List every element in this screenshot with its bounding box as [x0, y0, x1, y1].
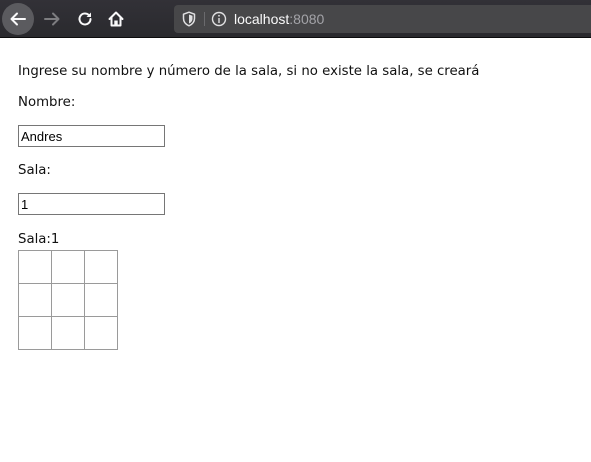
url-port: :8080: [289, 11, 325, 27]
board-cell[interactable]: [18, 283, 52, 317]
board-cell[interactable]: [84, 250, 118, 284]
current-room-label: Sala:1: [18, 232, 60, 247]
intro-text: Ingrese su nombre y número de la sala, s…: [18, 64, 480, 79]
game-board: [18, 250, 118, 350]
back-arrow-icon: [10, 12, 26, 26]
forward-button[interactable]: [36, 3, 68, 35]
board-row: [18, 316, 118, 350]
url-bar[interactable]: localhost:8080: [174, 5, 591, 33]
url-text[interactable]: localhost:8080: [234, 11, 324, 27]
forward-arrow-icon: [44, 12, 60, 26]
home-button[interactable]: [100, 3, 132, 35]
nombre-input[interactable]: [18, 125, 165, 147]
board-cell[interactable]: [51, 250, 85, 284]
board-cell[interactable]: [84, 316, 118, 350]
board-cell[interactable]: [18, 250, 52, 284]
reload-button[interactable]: [69, 3, 101, 35]
board-cell[interactable]: [18, 316, 52, 350]
board-cell[interactable]: [84, 283, 118, 317]
url-separator: [204, 12, 205, 26]
board-cell[interactable]: [51, 283, 85, 317]
shield-icon[interactable]: [182, 11, 196, 27]
browser-toolbar: localhost:8080: [0, 0, 591, 38]
home-icon: [108, 11, 124, 27]
reload-icon: [78, 12, 92, 26]
nombre-label: Nombre:: [18, 95, 76, 110]
info-icon[interactable]: [211, 11, 227, 27]
sala-label: Sala:: [18, 163, 51, 178]
board-row: [18, 283, 118, 317]
sala-input[interactable]: [18, 193, 165, 215]
board-row: [18, 250, 118, 284]
page-content: Ingrese su nombre y número de la sala, s…: [0, 38, 591, 462]
back-button[interactable]: [2, 3, 34, 35]
url-host: localhost: [234, 11, 290, 27]
board-cell[interactable]: [51, 316, 85, 350]
